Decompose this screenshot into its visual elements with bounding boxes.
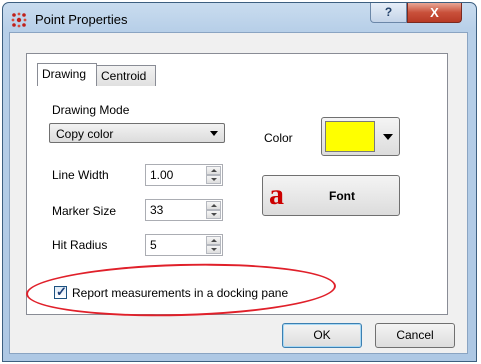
hit-radius-value[interactable]: 5	[150, 238, 157, 252]
chevron-down-icon	[383, 134, 393, 140]
spinner-buttons	[206, 236, 221, 254]
spin-down-arrow-icon[interactable]	[206, 245, 221, 254]
spinner-buttons	[206, 166, 221, 184]
line-width-spinner[interactable]: 1.00	[145, 164, 223, 186]
spinner-buttons	[206, 201, 221, 219]
hit-radius-spinner[interactable]: 5	[145, 234, 223, 256]
drawing-mode-label: Drawing Mode	[52, 103, 130, 117]
close-button[interactable]: X	[407, 3, 462, 23]
marker-size-spinner[interactable]: 33	[145, 199, 223, 221]
line-width-label: Line Width	[52, 168, 109, 182]
drawing-mode-value: Copy color	[56, 127, 114, 141]
spin-up-arrow-icon[interactable]	[206, 201, 221, 210]
hit-radius-label: Hit Radius	[52, 238, 108, 252]
line-width-value[interactable]: 1.00	[150, 168, 173, 182]
color-label: Color	[264, 131, 293, 145]
spin-up-arrow-icon[interactable]	[206, 166, 221, 175]
drawing-mode-dropdown[interactable]: Copy color	[49, 123, 225, 143]
color-picker-button[interactable]	[321, 117, 400, 156]
tab-centroid[interactable]: Centroid	[96, 65, 156, 86]
tab-drawing[interactable]: Drawing	[37, 63, 97, 86]
ok-button[interactable]: OK	[282, 323, 362, 348]
report-measurements-checkbox[interactable]: ✓	[54, 284, 67, 299]
cancel-button[interactable]: Cancel	[375, 323, 455, 348]
checkmark-icon: ✓	[56, 284, 67, 299]
font-icon: a	[269, 178, 284, 211]
help-button[interactable]: ?	[370, 3, 407, 23]
marker-size-label: Marker Size	[52, 204, 117, 218]
title-bar[interactable]: Point Properties ? X	[3, 3, 476, 33]
marker-size-value[interactable]: 33	[150, 203, 163, 217]
spin-down-arrow-icon[interactable]	[206, 210, 221, 219]
spin-down-arrow-icon[interactable]	[206, 175, 221, 184]
font-button[interactable]: a Font	[262, 175, 400, 216]
font-button-label: Font	[329, 189, 355, 203]
spin-up-arrow-icon[interactable]	[206, 236, 221, 245]
window-title: Point Properties	[35, 12, 128, 27]
color-swatch	[325, 121, 375, 152]
chevron-down-icon	[210, 131, 218, 136]
report-measurements-label[interactable]: Report measurements in a docking pane	[72, 286, 288, 300]
point-properties-app-icon	[11, 12, 27, 28]
